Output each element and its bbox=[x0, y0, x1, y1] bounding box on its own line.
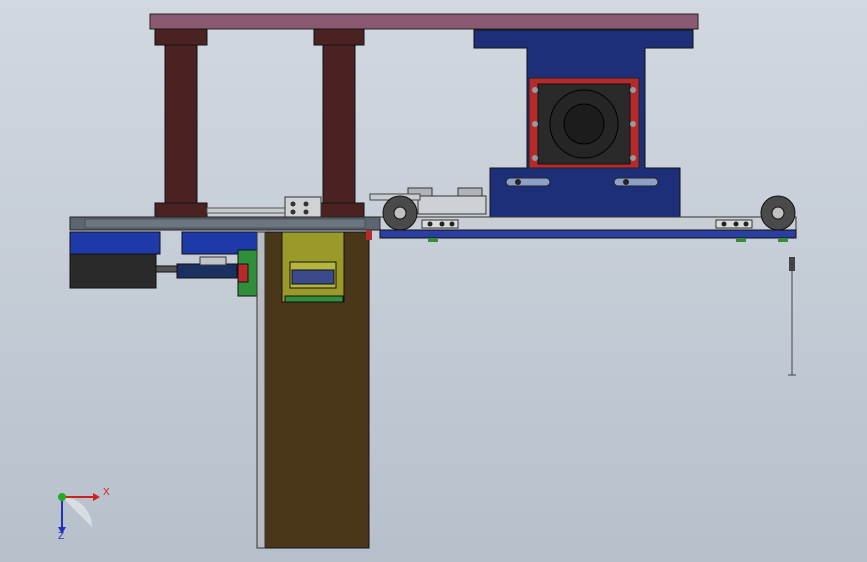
rod-clamp[interactable] bbox=[284, 196, 322, 218]
pillar-left[interactable] bbox=[154, 28, 208, 218]
motor-shaft bbox=[155, 265, 179, 273]
triad-z-label: Z bbox=[58, 531, 65, 542]
base-plate-edge bbox=[84, 218, 366, 229]
motor-slot-left bbox=[505, 177, 551, 187]
linear-actuator[interactable] bbox=[176, 256, 238, 279]
assembly-drawing bbox=[58, 13, 797, 549]
stepper-motor[interactable] bbox=[69, 253, 157, 289]
red-tab bbox=[366, 230, 372, 240]
pillar-right[interactable] bbox=[313, 28, 365, 218]
triad-x-label: X bbox=[103, 487, 110, 498]
motor-slot-right bbox=[613, 177, 659, 187]
motor-housing[interactable] bbox=[473, 29, 694, 219]
probe-wire[interactable] bbox=[788, 257, 796, 376]
column-edge bbox=[256, 231, 266, 549]
slide-plate-bottom bbox=[379, 229, 797, 239]
roller-right[interactable] bbox=[760, 195, 796, 231]
cad-graphics-viewport[interactable]: X Z bbox=[0, 0, 867, 562]
roller-left[interactable] bbox=[382, 195, 418, 231]
blue-bracket-left[interactable] bbox=[69, 231, 161, 255]
orientation-triad[interactable] bbox=[58, 493, 100, 534]
yellow-carriage[interactable] bbox=[281, 231, 345, 303]
top-plate[interactable] bbox=[149, 13, 699, 30]
